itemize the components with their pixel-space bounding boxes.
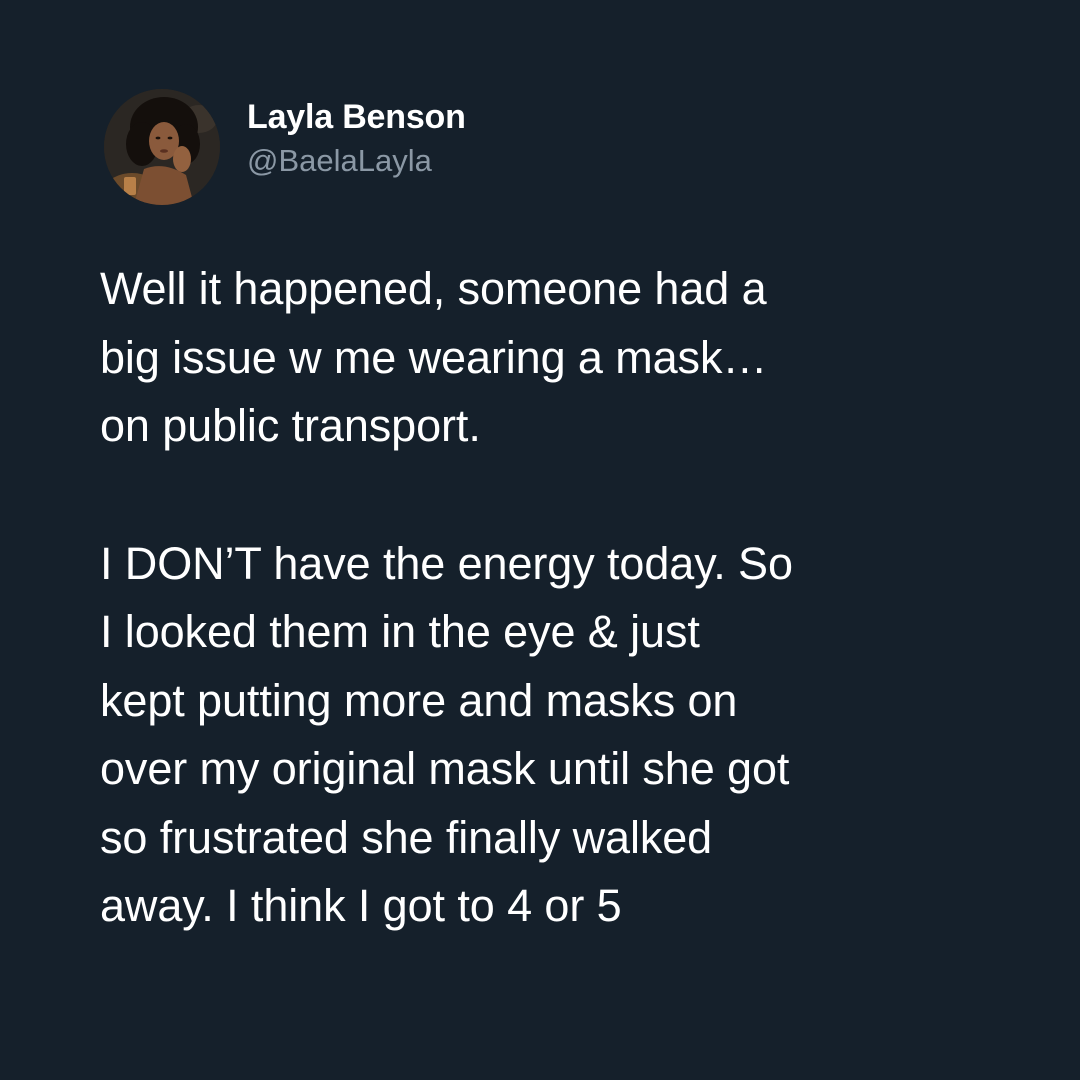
tweet-line: Well it happened, someone had a [100, 263, 767, 314]
tweet-line: I looked them in the eye & just [100, 606, 700, 657]
avatar-photo-icon [104, 89, 220, 205]
author-display-name[interactable]: Layla Benson [247, 97, 466, 137]
tweet-line: kept putting more and masks on [100, 674, 738, 726]
tweet-line: I DON’T have the energy today. So [100, 537, 793, 589]
tweet-author: Layla Benson @BaelaLayla [104, 88, 466, 206]
tweet-line: big issue w me wearing a mask… [100, 331, 768, 383]
tweet-paragraph: Well it happened, someone had a big issu… [100, 255, 1000, 461]
tweet-line: away. I think I got to 4 or 5 [100, 880, 622, 931]
tweet-card: Layla Benson @BaelaLayla Well it happene… [0, 0, 1080, 1080]
avatar[interactable] [104, 89, 220, 205]
author-handle[interactable]: @BaelaLayla [247, 141, 466, 181]
tweet-text: Well it happened, someone had a big issu… [100, 255, 1000, 941]
tweet-line: over my original mask until she got [100, 743, 790, 794]
tweet-line: so frustrated she finally walked [100, 811, 713, 863]
author-names: Layla Benson @BaelaLayla [247, 97, 466, 181]
tweet-line: on public transport. [100, 400, 481, 451]
tweet-paragraph: I DON’T have the energy today. So I look… [100, 530, 1000, 941]
